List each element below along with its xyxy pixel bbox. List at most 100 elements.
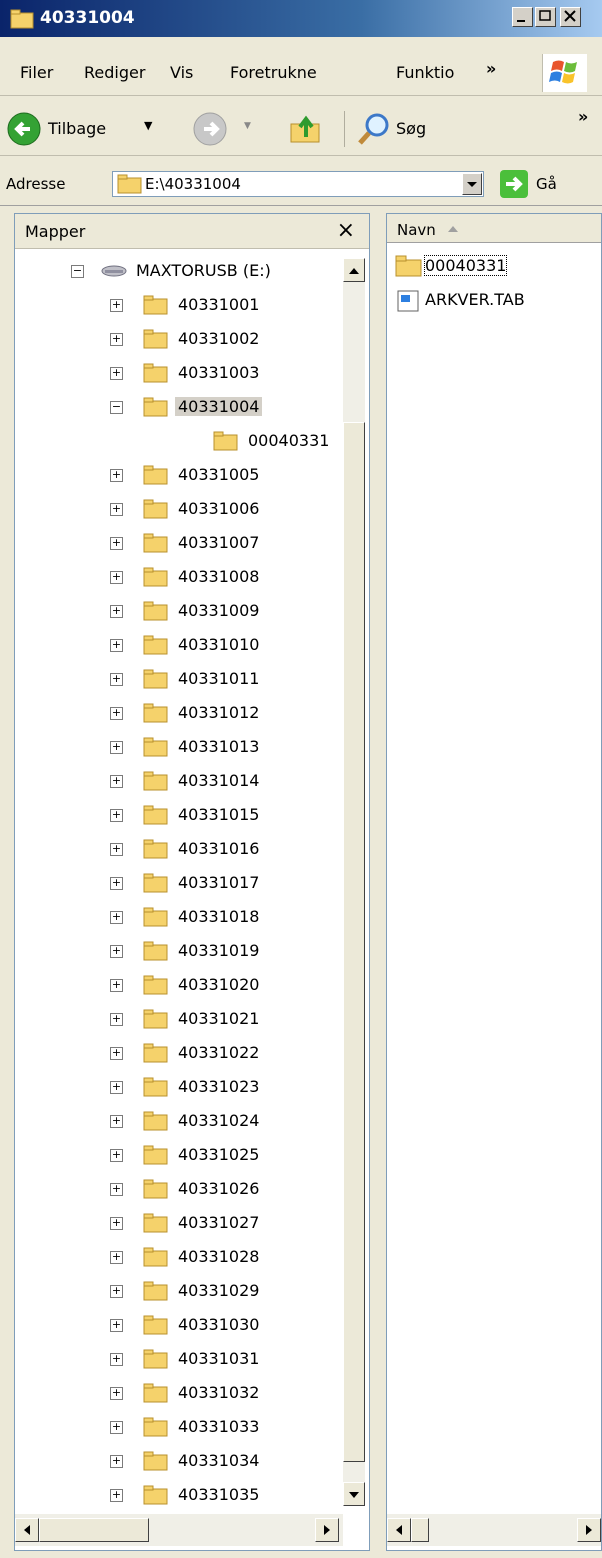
tree-item-folder[interactable]: +40331024 [15,1106,345,1140]
expand-icon[interactable]: + [110,1047,123,1060]
tree-item-folder[interactable]: +40331023 [15,1072,345,1106]
scroll-thumb[interactable] [343,422,365,1462]
expand-icon[interactable]: + [110,945,123,958]
horizontal-scroll-thumb[interactable] [39,1518,149,1542]
menu-overflow-chevron[interactable]: » [486,59,496,78]
expand-icon[interactable]: + [110,605,123,618]
folders-pane-close-icon[interactable]: × [337,218,355,243]
expand-icon[interactable]: + [110,1183,123,1196]
menu-item-rediger[interactable]: Rediger [84,63,145,82]
close-button[interactable] [560,7,581,27]
expand-icon[interactable]: + [110,1285,123,1298]
expand-icon[interactable]: + [110,1149,123,1162]
expand-icon[interactable]: + [110,1217,123,1230]
expand-icon[interactable]: + [110,979,123,992]
forward-button[interactable]: ▼ [192,111,262,146]
menu-item-funktioner[interactable]: Funktio [396,63,454,82]
collapse-icon[interactable]: − [110,401,123,414]
scroll-right-button[interactable] [577,1518,601,1542]
tree-item-folder[interactable]: +40331018 [15,902,345,936]
tree-item-folder[interactable]: +40331031 [15,1344,345,1378]
tree-item-folder[interactable]: 00040331 [15,426,345,460]
tree-item-folder[interactable]: − 40331004 [15,392,345,426]
expand-icon[interactable]: + [110,469,123,482]
file-row-folder[interactable]: 00040331 [395,252,595,282]
tree-item-folder[interactable]: +40331014 [15,766,345,800]
minimize-button[interactable] [512,7,533,27]
collapse-icon[interactable]: − [71,265,84,278]
maximize-button[interactable] [535,7,556,27]
expand-icon[interactable]: + [110,1421,123,1434]
tree-item-folder[interactable]: +40331013 [15,732,345,766]
files-horizontal-scrollbar[interactable] [387,1514,601,1546]
tree-item-folder[interactable]: +40331022 [15,1038,345,1072]
tree-item-folder[interactable]: +40331030 [15,1310,345,1344]
tree-item-folder[interactable]: +40331002 [15,324,345,358]
expand-icon[interactable]: + [110,1013,123,1026]
address-dropdown-button[interactable] [462,173,482,195]
expand-icon[interactable]: + [110,1251,123,1264]
tree-item-folder[interactable]: +40331034 [15,1446,345,1480]
expand-icon[interactable]: + [110,1115,123,1128]
expand-icon[interactable]: + [110,877,123,890]
folders-horizontal-scrollbar[interactable] [15,1514,343,1546]
expand-icon[interactable]: + [110,1319,123,1332]
horizontal-scroll-thumb[interactable] [411,1518,429,1542]
go-label[interactable]: Gå [536,175,557,193]
up-folder-button[interactable] [288,111,328,145]
scroll-left-button[interactable] [387,1518,411,1542]
tree-item-folder[interactable]: +40331021 [15,1004,345,1038]
tree-item-folder[interactable]: +40331007 [15,528,345,562]
scroll-left-button[interactable] [15,1518,39,1542]
tree-item-folder[interactable]: +40331020 [15,970,345,1004]
search-button[interactable]: Søg [356,111,456,145]
tree-item-folder[interactable]: +40331005 [15,460,345,494]
expand-icon[interactable]: + [110,707,123,720]
tree-item-folder[interactable]: +40331012 [15,698,345,732]
back-dropdown-arrow-icon[interactable]: ▼ [144,119,152,132]
menu-item-filer[interactable]: Filer [20,63,53,82]
tree-item-folder[interactable]: +40331016 [15,834,345,868]
tree-item-folder[interactable]: +40331015 [15,800,345,834]
expand-icon[interactable]: + [110,673,123,686]
tree-item-folder[interactable]: +40331008 [15,562,345,596]
forward-dropdown-arrow-icon[interactable]: ▼ [244,121,251,131]
expand-icon[interactable]: + [110,639,123,652]
scroll-right-button[interactable] [315,1518,339,1542]
tree-item-folder[interactable]: +40331025 [15,1140,345,1174]
expand-icon[interactable]: + [110,843,123,856]
expand-icon[interactable]: + [110,1455,123,1468]
expand-icon[interactable]: + [110,1387,123,1400]
toolbar-overflow-chevron[interactable]: » [578,107,588,126]
tree-item-folder[interactable]: +40331006 [15,494,345,528]
expand-icon[interactable]: + [110,571,123,584]
tree-item-folder[interactable]: +40331010 [15,630,345,664]
scroll-up-button[interactable] [343,258,365,282]
tree-item-folder[interactable]: +40331027 [15,1208,345,1242]
column-header-name[interactable]: Navn [387,214,601,243]
expand-icon[interactable]: + [110,367,123,380]
folders-vertical-scrollbar[interactable] [343,258,365,1506]
expand-icon[interactable]: + [110,1353,123,1366]
tree-item-folder[interactable]: +40331033 [15,1412,345,1446]
expand-icon[interactable]: + [110,1081,123,1094]
expand-icon[interactable]: + [110,333,123,346]
file-row-file[interactable]: ARKVER.TAB [395,286,595,316]
expand-icon[interactable]: + [110,809,123,822]
tree-item-drive[interactable]: − MAXTORUSB (E:) [15,256,345,290]
expand-icon[interactable]: + [110,503,123,516]
tree-item-folder[interactable]: +40331019 [15,936,345,970]
tree-item-folder[interactable]: +40331017 [15,868,345,902]
tree-item-folder[interactable]: +40331035 [15,1480,345,1514]
expand-icon[interactable]: + [110,741,123,754]
address-field[interactable]: E:\40331004 [112,171,484,197]
expand-icon[interactable]: + [110,1489,123,1502]
menu-item-vis[interactable]: Vis [170,63,193,82]
expand-icon[interactable]: + [110,537,123,550]
tree-item-folder[interactable]: +40331003 [15,358,345,392]
tree-item-folder[interactable]: +40331032 [15,1378,345,1412]
go-button[interactable] [500,170,528,198]
tree-item-folder[interactable]: +40331029 [15,1276,345,1310]
tree-item-folder[interactable]: +40331026 [15,1174,345,1208]
expand-icon[interactable]: + [110,911,123,924]
